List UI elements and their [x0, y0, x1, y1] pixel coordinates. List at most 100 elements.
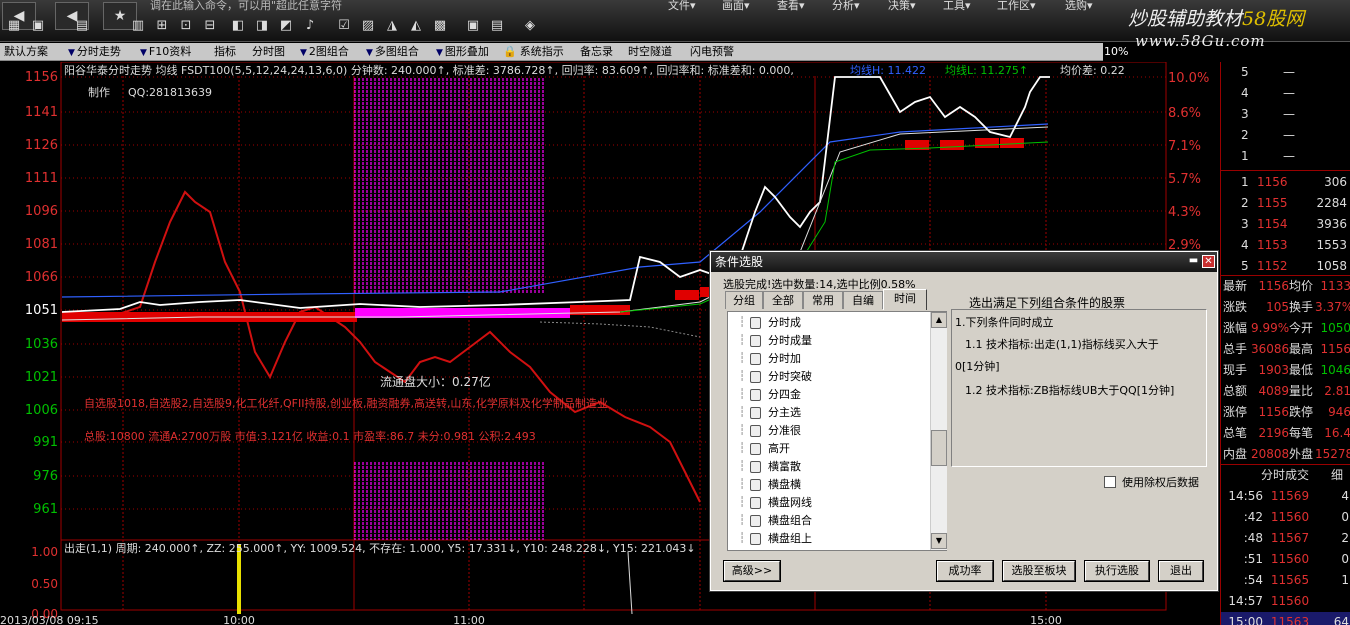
stat-row[interactable]: 内盘 20808 外盘 15278 — [1221, 444, 1350, 465]
trade-row[interactable]: :48 11567 2 — [1221, 528, 1350, 549]
dialog-title-bar[interactable]: 条件选股 — [711, 252, 1217, 272]
sell-row[interactable]: 3— — [1221, 104, 1350, 125]
chart-icon[interactable]: ▤ — [72, 16, 92, 36]
chart-icon[interactable]: ⊡ — [176, 16, 196, 36]
select-to-block-button[interactable]: 选股至板块 — [1002, 560, 1076, 582]
success-rate-button[interactable]: 成功率 — [936, 560, 994, 582]
condition-tree[interactable]: ┆ 分时成 ┆ 分时成量 ┆ 分时加 ┆ 分时突破 ┆ 分四金 ┆ 分主选 ┆ 分准很 ┆ 高开 ┆ 横富散 ┆ 横盘… — [727, 311, 947, 551]
stat-row[interactable]: 总手 36086 最高 1156 — [1221, 339, 1350, 360]
chart-icon[interactable]: ◨ — [252, 16, 272, 36]
chart-icon[interactable]: ▤ — [487, 16, 507, 36]
funcbar-item-flash-alert[interactable]: 闪电预警 — [690, 43, 734, 61]
menu-decision[interactable]: 决策▾ — [888, 0, 916, 12]
buy-row[interactable]: 3 1154 3936 — [1221, 214, 1350, 235]
stat-row[interactable]: 涨跌 105 换手 3.37% — [1221, 297, 1350, 318]
command-ticker[interactable]: 调在此输入命令，可以用"超此任意字符 — [150, 0, 450, 12]
condition-item[interactable]: 1.1 技术指标:出走(1,1)指标线买入大于 — [965, 336, 1159, 352]
funcbar-item-timeshare-chart[interactable]: 分时图 — [252, 43, 285, 61]
tree-item[interactable]: ┆ 分时成量 — [728, 332, 928, 350]
buy-row[interactable]: 4 1153 1553 — [1221, 235, 1350, 256]
trade-header-row[interactable]: 分时成交 细 — [1221, 465, 1350, 486]
chart-icon[interactable]: ▩ — [430, 16, 450, 36]
execute-select-button[interactable]: 执行选股 — [1084, 560, 1150, 582]
chart-icon[interactable]: ◮ — [382, 16, 402, 36]
trade-row[interactable]: :51 11560 0 — [1221, 549, 1350, 570]
tree-item[interactable]: ┆ 横盘横 — [728, 476, 928, 494]
menu-tools[interactable]: 工具▾ — [943, 0, 971, 12]
funcbar-item-2-chart[interactable]: ▼ 2图组合 — [300, 43, 349, 61]
sell-row[interactable]: 1— — [1221, 146, 1350, 167]
funcbar-item-system[interactable]: 🔒 系统指示 — [503, 43, 564, 61]
stat-row[interactable]: 现手 1903 最低 1046 — [1221, 360, 1350, 381]
stat-row[interactable]: 最新 1156 均价 1133 — [1221, 276, 1350, 297]
tab-time[interactable]: 时间 — [883, 289, 927, 310]
funcbar-item-timetunnel[interactable]: 时空隧道 — [628, 43, 672, 61]
chart-icon[interactable]: ▥ — [128, 16, 148, 36]
condition-item[interactable]: 0[1分钟] — [955, 358, 1000, 374]
funcbar-item-timeshare[interactable]: ▼ 分时走势 — [68, 43, 121, 61]
buy-row[interactable]: 2 1155 2284 — [1221, 193, 1350, 214]
trade-row[interactable]: 14:56 11569 4 — [1221, 486, 1350, 507]
tree-item[interactable]: ┆ 横盘组合 — [728, 512, 928, 530]
stat-row[interactable]: 涨停 1156 跌停 946 — [1221, 402, 1350, 423]
menu-purchase[interactable]: 选购▾ — [1065, 0, 1093, 12]
adjusted-data-checkbox[interactable] — [1104, 476, 1116, 488]
scroll-thumb[interactable] — [931, 430, 947, 466]
buy-row[interactable]: 1 1156 306 — [1221, 172, 1350, 193]
funcbar-item-memo[interactable]: 备忘录 — [580, 43, 613, 61]
stat-row[interactable]: 总额 4089 量比 2.81 — [1221, 381, 1350, 402]
chart-icon[interactable]: ☑ — [334, 16, 354, 36]
tree-item[interactable]: ┆ 分主选 — [728, 404, 928, 422]
menu-view[interactable]: 画面▾ — [722, 0, 750, 12]
tree-item[interactable]: ┆ 分准很 — [728, 422, 928, 440]
funcbar-item-default-scheme[interactable]: 默认方案 — [4, 43, 48, 61]
stat-row[interactable]: 总笔 2196 每笔 16.4 — [1221, 423, 1350, 444]
chart-icon[interactable]: ◧ — [228, 16, 248, 36]
tree-item[interactable]: ┆ 横盘网线 — [728, 494, 928, 512]
scroll-down-icon[interactable]: ▼ — [931, 533, 947, 549]
menu-analyze[interactable]: 分析▾ — [832, 0, 860, 12]
exit-button[interactable]: 退出 — [1158, 560, 1204, 582]
funcbar-item-overlay[interactable]: ▼ 图形叠加 — [436, 43, 489, 61]
tree-item[interactable]: ┆ 横富散 — [728, 458, 928, 476]
tree-item[interactable]: ┆ 高开 — [728, 440, 928, 458]
tree-item[interactable]: ┆ 分时突破 — [728, 368, 928, 386]
tree-item[interactable]: ┆ 分四金 — [728, 386, 928, 404]
trade-row[interactable]: :54 11565 1 — [1221, 570, 1350, 591]
condition-item[interactable]: 1.下列条件同时成立 — [955, 314, 1054, 330]
chart-icon[interactable]: ◩ — [276, 16, 296, 36]
buy-row[interactable]: 5 1152 1058 — [1221, 256, 1350, 277]
trade-row[interactable]: :42 11560 0 — [1221, 507, 1350, 528]
funcbar-item-f10[interactable]: ▼ F10资料 — [140, 43, 191, 61]
chart-icon[interactable]: ▨ — [358, 16, 378, 36]
tree-item[interactable]: ┆ 分时成 — [728, 314, 928, 332]
grid-icon[interactable]: ▦ — [4, 16, 24, 36]
sell-row[interactable]: 4— — [1221, 83, 1350, 104]
minimize-icon[interactable]: ▬ — [1187, 255, 1200, 268]
chart-icon[interactable]: ⊞ — [152, 16, 172, 36]
close-icon[interactable]: ✕ — [1202, 255, 1215, 268]
chart-icon[interactable]: ▣ — [463, 16, 483, 36]
trade-row[interactable]: 14:57 11560 — [1221, 591, 1350, 612]
funcbar-item-multi-chart[interactable]: ▼ 多图组合 — [366, 43, 419, 61]
tab-custom[interactable]: 自编 — [843, 291, 883, 309]
tree-item[interactable]: ┆ 分时加 — [728, 350, 928, 368]
stat-row[interactable]: 涨幅 9.99% 今开 1050 — [1221, 318, 1350, 339]
tree-scrollbar[interactable]: ▲ ▼ — [930, 312, 947, 550]
tab-common[interactable]: 常用 — [803, 291, 843, 309]
tab-all[interactable]: 全部 — [763, 291, 803, 309]
bell-icon[interactable]: ♪ — [300, 16, 320, 36]
condition-item[interactable]: 1.2 技术指标:ZB指标线UB大于QQ[1分钟] — [965, 382, 1174, 398]
sell-row[interactable]: 2— — [1221, 125, 1350, 146]
chart-icon[interactable]: ◭ — [406, 16, 426, 36]
chart-icon[interactable]: ◈ — [520, 16, 540, 36]
condition-list[interactable]: 1.下列条件同时成立 1.1 技术指标:出走(1,1)指标线买入大于 0[1分钟… — [951, 309, 1207, 467]
menu-file[interactable]: 文件▾ — [668, 0, 696, 12]
tree-item[interactable]: ┆ 横盘组上 — [728, 530, 928, 548]
menu-look[interactable]: 查看▾ — [777, 0, 805, 12]
scroll-up-icon[interactable]: ▲ — [931, 312, 947, 328]
tab-group[interactable]: 分组 — [725, 291, 763, 309]
trade-row[interactable]: 15:00 11563 64 — [1221, 612, 1350, 625]
advanced-button[interactable]: 高级>> — [723, 560, 781, 582]
funcbar-item-indicator[interactable]: 指标 — [214, 43, 236, 61]
